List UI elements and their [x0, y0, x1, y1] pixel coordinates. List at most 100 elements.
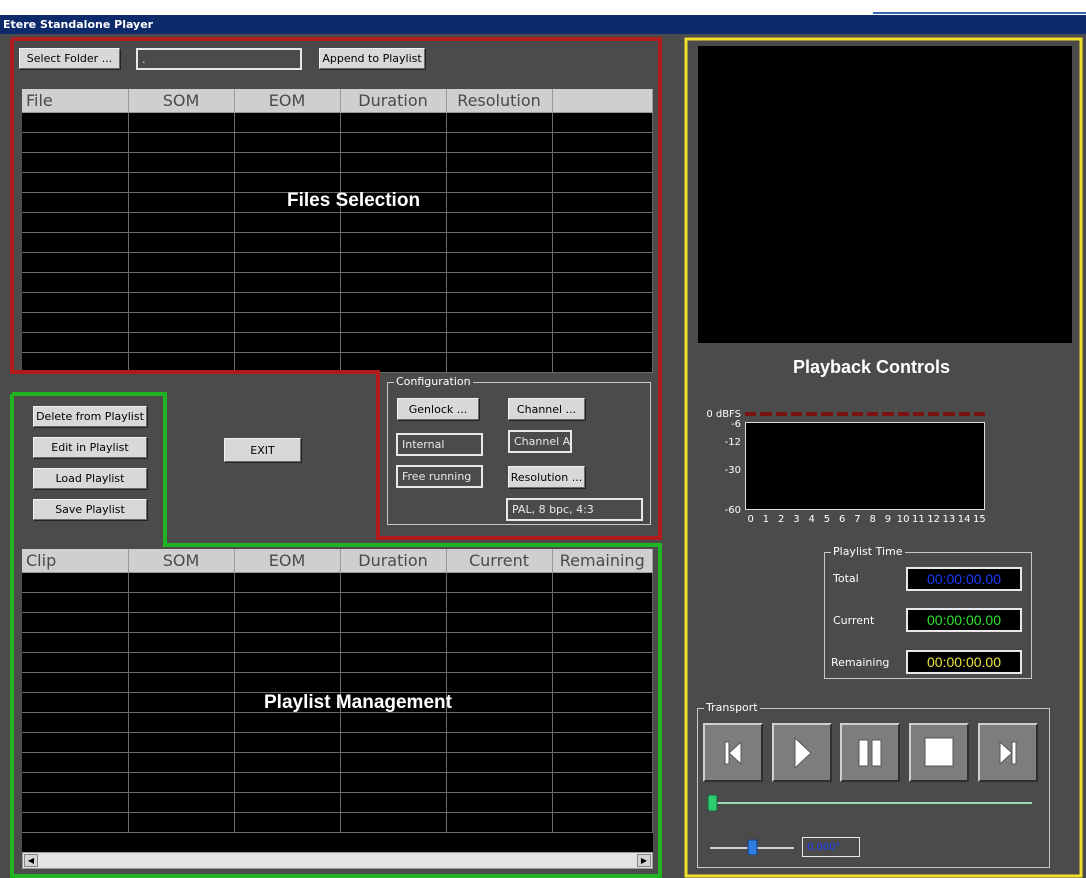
- playlist-table-cell[interactable]: [552, 692, 653, 713]
- playlist-table[interactable]: Clip SOM EOM Duration Current Remaining: [22, 549, 653, 852]
- playlist-table-cell[interactable]: [446, 592, 553, 613]
- resolution-button[interactable]: Resolution ...: [508, 466, 585, 488]
- files-table-cell[interactable]: [552, 132, 653, 153]
- files-table-cell[interactable]: [446, 212, 553, 233]
- files-table-cell[interactable]: [552, 232, 653, 253]
- files-table-cell[interactable]: [128, 312, 235, 333]
- files-table-row[interactable]: [22, 292, 653, 313]
- playlist-table-row[interactable]: [22, 692, 653, 713]
- files-table-cell[interactable]: [234, 232, 341, 253]
- playlist-table-cell[interactable]: [340, 672, 447, 693]
- playlist-table-cell[interactable]: [340, 772, 447, 793]
- files-table-row[interactable]: [22, 332, 653, 353]
- playlist-table-cell[interactable]: [128, 812, 235, 833]
- playlist-table-cell[interactable]: [22, 692, 129, 713]
- playlist-table-cell[interactable]: [22, 632, 129, 653]
- files-table-cell[interactable]: [22, 352, 129, 373]
- playlist-table-cell[interactable]: [128, 612, 235, 633]
- files-table-cell[interactable]: [340, 132, 447, 153]
- files-table-cell[interactable]: [22, 292, 129, 313]
- files-column-header[interactable]: Duration: [340, 89, 447, 113]
- playlist-table-cell[interactable]: [22, 572, 129, 593]
- playlist-table-cell[interactable]: [340, 612, 447, 633]
- files-table-cell[interactable]: [22, 312, 129, 333]
- playlist-table-cell[interactable]: [552, 592, 653, 613]
- playlist-table-cell[interactable]: [446, 572, 553, 593]
- skip-to-start-button[interactable]: [703, 723, 763, 782]
- files-table-cell[interactable]: [128, 332, 235, 353]
- playlist-table-cell[interactable]: [234, 612, 341, 633]
- files-table-cell[interactable]: [234, 152, 341, 173]
- playlist-table-row[interactable]: [22, 732, 653, 753]
- playlist-table-cell[interactable]: [128, 672, 235, 693]
- playlist-table-cell[interactable]: [128, 632, 235, 653]
- playlist-table-cell[interactable]: [340, 632, 447, 653]
- load-playlist-button[interactable]: Load Playlist: [33, 468, 147, 489]
- playlist-table-row[interactable]: [22, 632, 653, 653]
- files-table-cell[interactable]: [446, 152, 553, 173]
- files-table-cell[interactable]: [446, 132, 553, 153]
- files-table-cell[interactable]: [552, 172, 653, 193]
- files-table-cell[interactable]: [340, 152, 447, 173]
- playlist-table-cell[interactable]: [552, 792, 653, 813]
- files-table-cell[interactable]: [446, 172, 553, 193]
- playlist-table-cell[interactable]: [128, 572, 235, 593]
- folder-path-field[interactable]: .: [136, 48, 302, 70]
- files-table-row[interactable]: [22, 192, 653, 213]
- files-table-cell[interactable]: [22, 172, 129, 193]
- playlist-table-cell[interactable]: [446, 752, 553, 773]
- files-table-cell[interactable]: [22, 132, 129, 153]
- playlist-table-cell[interactable]: [340, 812, 447, 833]
- playlist-table-cell[interactable]: [234, 572, 341, 593]
- files-table-cell[interactable]: [22, 252, 129, 273]
- files-table-cell[interactable]: [128, 232, 235, 253]
- playlist-table-cell[interactable]: [128, 752, 235, 773]
- playlist-table-cell[interactable]: [128, 592, 235, 613]
- files-table-cell[interactable]: [234, 112, 341, 133]
- playlist-table-row[interactable]: [22, 672, 653, 693]
- playlist-table-row[interactable]: [22, 792, 653, 813]
- playlist-table-cell[interactable]: [234, 692, 341, 713]
- files-table-cell[interactable]: [234, 332, 341, 353]
- files-table-cell[interactable]: [552, 272, 653, 293]
- files-table-cell[interactable]: [234, 212, 341, 233]
- files-table-cell[interactable]: [552, 332, 653, 353]
- playlist-table-cell[interactable]: [446, 792, 553, 813]
- files-table-cell[interactable]: [340, 172, 447, 193]
- files-column-header[interactable]: Resolution: [446, 89, 553, 113]
- playlist-horizontal-scrollbar[interactable]: ◀ ▶: [22, 852, 653, 869]
- playlist-column-header[interactable]: SOM: [128, 549, 235, 573]
- files-table-row[interactable]: [22, 112, 653, 133]
- files-table-cell[interactable]: [234, 252, 341, 273]
- files-table-cell[interactable]: [22, 112, 129, 133]
- playlist-table-cell[interactable]: [22, 812, 129, 833]
- playlist-table-row[interactable]: [22, 612, 653, 633]
- playlist-table-cell[interactable]: [234, 712, 341, 733]
- playlist-table-cell[interactable]: [128, 692, 235, 713]
- files-table-cell[interactable]: [128, 252, 235, 273]
- playlist-table-cell[interactable]: [446, 732, 553, 753]
- files-table-cell[interactable]: [128, 152, 235, 173]
- playlist-table-cell[interactable]: [234, 632, 341, 653]
- files-table-cell[interactable]: [22, 232, 129, 253]
- files-column-header[interactable]: EOM: [234, 89, 341, 113]
- playlist-table-cell[interactable]: [22, 752, 129, 773]
- playlist-table-cell[interactable]: [552, 812, 653, 833]
- files-table-cell[interactable]: [234, 292, 341, 313]
- playlist-table-row[interactable]: [22, 652, 653, 673]
- files-table-row[interactable]: [22, 152, 653, 173]
- playlist-table-cell[interactable]: [234, 652, 341, 673]
- files-table-cell[interactable]: [446, 112, 553, 133]
- files-table-row[interactable]: [22, 312, 653, 333]
- files-table-row[interactable]: [22, 352, 653, 373]
- files-table-cell[interactable]: [128, 192, 235, 213]
- files-table-cell[interactable]: [340, 332, 447, 353]
- playlist-table-cell[interactable]: [22, 792, 129, 813]
- playlist-table-row[interactable]: [22, 812, 653, 833]
- save-playlist-button[interactable]: Save Playlist: [33, 499, 147, 520]
- playlist-table-cell[interactable]: [128, 652, 235, 673]
- playlist-table-cell[interactable]: [446, 672, 553, 693]
- skip-to-end-button[interactable]: [978, 723, 1038, 782]
- files-table-cell[interactable]: [446, 352, 553, 373]
- files-table-row[interactable]: [22, 252, 653, 273]
